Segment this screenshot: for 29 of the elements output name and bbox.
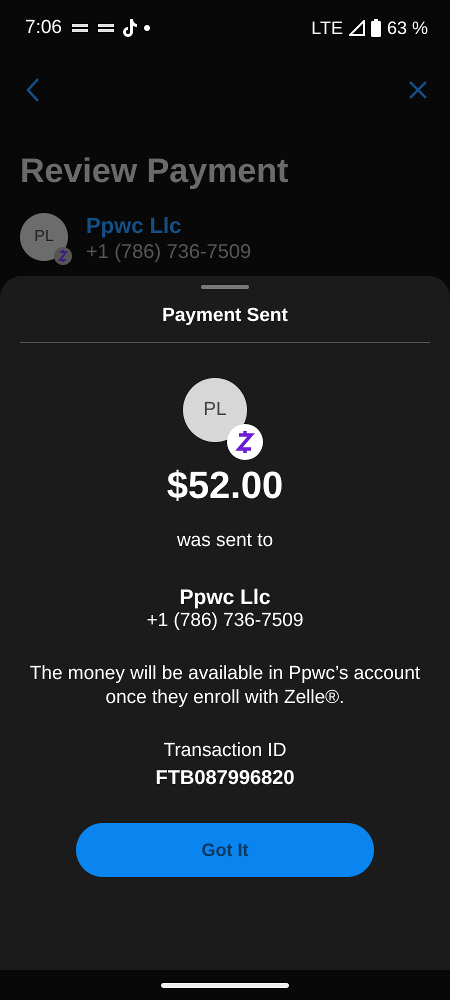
page-title: Review Payment (20, 152, 290, 191)
back-icon[interactable] (26, 77, 40, 103)
drag-handle[interactable] (201, 285, 249, 289)
contact-name: Ppwc Llc (86, 213, 182, 239)
app-icon (96, 22, 116, 34)
contact-phone: +1 (786) 736-7509 (86, 241, 252, 264)
zelle-icon (227, 424, 263, 460)
home-indicator[interactable] (161, 982, 289, 988)
music-note-icon (122, 18, 138, 38)
amount: $52.00 (166, 465, 284, 508)
dot-icon (144, 25, 150, 31)
signal-icon (348, 20, 365, 36)
sent-label: was sent to (176, 530, 274, 552)
close-icon[interactable] (408, 80, 428, 100)
avatar: PL (183, 378, 247, 442)
transaction-id: FTB087996820 (156, 767, 294, 790)
recipient-name: Ppwc Llc (179, 586, 271, 610)
avatar: PL (20, 213, 68, 261)
recipient-phone: +1 (786) 736-7509 (146, 610, 304, 632)
info-message: The money will be available in Ppwc’s account once they enroll with Zelle®. (28, 662, 422, 710)
app-icon (70, 22, 90, 34)
network-label: LTE (311, 18, 343, 38)
transaction-label: Transaction ID (164, 740, 286, 762)
got-it-button[interactable]: Got It (76, 823, 374, 877)
zelle-icon (54, 247, 72, 265)
sheet-title: Payment Sent (162, 305, 288, 327)
status-time: 7:06 (25, 17, 62, 39)
battery-icon (370, 19, 381, 37)
battery-percent: 63 % (386, 18, 428, 38)
